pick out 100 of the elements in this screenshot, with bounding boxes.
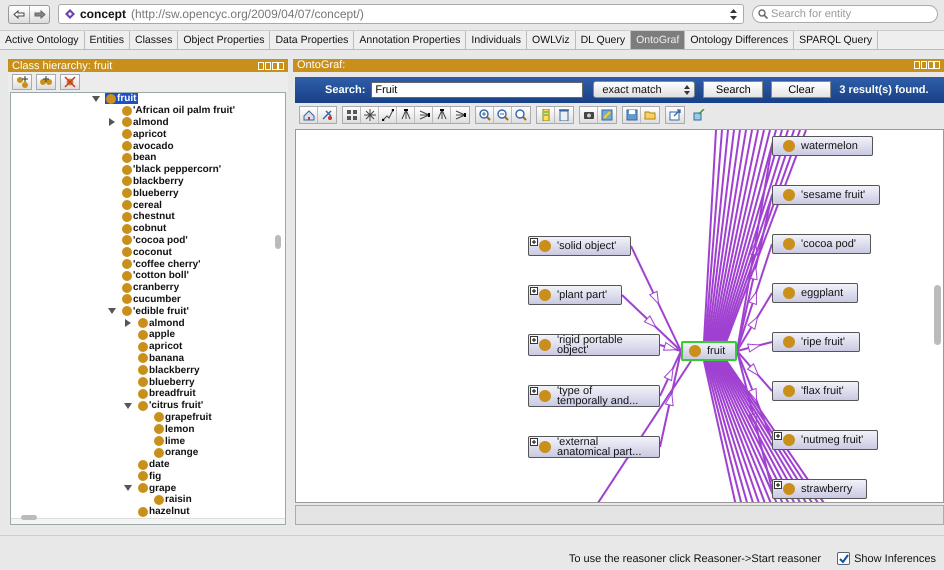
expanded-triangle-icon[interactable] bbox=[108, 307, 116, 316]
tree-item[interactable]: apple bbox=[137, 329, 178, 340]
tree-item[interactable]: 'African oil palm fruit' bbox=[121, 105, 237, 116]
tree-item[interactable]: fig bbox=[137, 470, 164, 482]
class-node[interactable]: eggplant bbox=[772, 283, 858, 304]
tree-item[interactable]: 'cocoa pod' bbox=[121, 234, 190, 246]
tab[interactable]: Data Properties bbox=[270, 31, 354, 49]
tree-item[interactable]: 'coffee cherry' bbox=[121, 258, 203, 270]
tree-item[interactable]: cereal bbox=[121, 200, 164, 211]
class-dot-icon bbox=[138, 342, 148, 352]
tree-item[interactable]: banana bbox=[137, 352, 186, 364]
entity-search-field[interactable]: Search for entity bbox=[752, 5, 938, 23]
expanded-triangle-icon[interactable] bbox=[124, 484, 132, 492]
tree-item[interactable]: cucumber bbox=[121, 294, 183, 305]
tree-item[interactable]: orange bbox=[153, 447, 200, 458]
add-sibling-button[interactable] bbox=[36, 74, 56, 90]
tab[interactable]: OntoGraf bbox=[631, 31, 686, 49]
tab[interactable]: Individuals bbox=[466, 31, 528, 49]
add-subclass-button[interactable] bbox=[12, 74, 32, 90]
node-label: 'type of temporally and... bbox=[557, 386, 640, 406]
tab[interactable]: Entities bbox=[84, 31, 130, 49]
tree-item[interactable]: almond bbox=[137, 318, 187, 329]
show-inferences-checkbox[interactable] bbox=[837, 552, 850, 565]
tab[interactable]: Active Ontology bbox=[0, 31, 85, 49]
tree-item[interactable]: lemon bbox=[153, 424, 196, 435]
tree-item[interactable]: 'citrus fruit' bbox=[137, 400, 206, 412]
tree-item[interactable]: raisin bbox=[153, 494, 194, 506]
class-node[interactable]: 'flax fruit' bbox=[772, 381, 859, 402]
status-message: To use the reasoner click Reasoner->Start reasoner bbox=[568, 552, 822, 564]
tree-item[interactable]: hazelnut bbox=[137, 506, 192, 518]
tree-item[interactable]: chestnut bbox=[121, 211, 177, 222]
tree-item[interactable]: blueberry bbox=[137, 376, 197, 388]
tree-item[interactable]: grape bbox=[137, 482, 178, 494]
vertical-scroll-thumb[interactable] bbox=[275, 235, 281, 249]
panel-controls-icon bbox=[914, 61, 940, 70]
address-field[interactable]: concept (http://sw.opencyc.org/2009/04/07/concept/) bbox=[58, 4, 744, 24]
class-node[interactable]: 'sesame fruit' bbox=[772, 185, 880, 206]
tree-item[interactable]: apricot bbox=[137, 341, 184, 352]
search-icon bbox=[758, 9, 768, 19]
class-node[interactable]: fruit bbox=[681, 341, 738, 362]
tree-item[interactable]: avocado bbox=[121, 140, 176, 152]
tree-item[interactable]: 'edible fruit' bbox=[121, 306, 191, 317]
delete-class-button[interactable] bbox=[60, 74, 80, 90]
tree-item[interactable]: coconut bbox=[121, 246, 174, 258]
class-node[interactable]: 'plant part' bbox=[528, 285, 622, 306]
tree-item[interactable]: date bbox=[137, 459, 172, 470]
collapsed-triangle-icon[interactable] bbox=[124, 319, 132, 328]
search-button[interactable]: Search bbox=[703, 81, 764, 98]
camera-icon bbox=[582, 109, 594, 122]
toolbar-button[interactable] bbox=[361, 107, 379, 124]
class-node[interactable]: 'solid object' bbox=[528, 236, 632, 256]
back-arrow-icon bbox=[13, 10, 25, 18]
class-dot-icon bbox=[783, 238, 795, 250]
class-node[interactable]: watermelon bbox=[772, 136, 873, 156]
node-label: 'rigid portable object' bbox=[557, 335, 624, 356]
class-node[interactable]: strawberry bbox=[772, 479, 868, 500]
match-mode-dropdown[interactable]: exact match bbox=[593, 81, 696, 98]
expanded-triangle-icon[interactable] bbox=[124, 402, 132, 410]
tab[interactable]: Annotation Properties bbox=[354, 31, 466, 49]
class-node[interactable]: 'nutmeg fruit' bbox=[772, 430, 878, 450]
class-dot-icon bbox=[138, 330, 148, 340]
tree-item[interactable]: breadfruit bbox=[137, 388, 198, 400]
tree-item[interactable]: fruit bbox=[105, 93, 138, 104]
tree-item[interactable]: cobnut bbox=[121, 223, 168, 234]
class-dot-icon bbox=[138, 318, 148, 328]
clear-button[interactable]: Clear bbox=[771, 81, 832, 98]
vertical-scroll-thumb[interactable] bbox=[934, 285, 941, 346]
tree-item[interactable]: apricot bbox=[121, 128, 168, 140]
export-icon bbox=[693, 109, 705, 122]
class-dot-icon bbox=[689, 345, 701, 358]
class-node[interactable]: 'cocoa pod' bbox=[772, 234, 871, 254]
search-label: Search: bbox=[325, 84, 366, 96]
tree-item[interactable]: cranberry bbox=[121, 282, 182, 294]
tree-item[interactable]: almond bbox=[121, 116, 171, 128]
toolbar-button[interactable] bbox=[379, 107, 397, 124]
tab[interactable]: Object Properties bbox=[178, 31, 270, 49]
tab[interactable]: OWLViz bbox=[527, 31, 576, 49]
tree-item[interactable]: blackberry bbox=[121, 176, 186, 187]
search-field[interactable]: Fruit bbox=[371, 82, 584, 98]
tree-item[interactable]: 'cotton boll' bbox=[121, 270, 191, 282]
tree-item[interactable]: blackberry bbox=[137, 364, 202, 376]
filter-icon bbox=[540, 109, 552, 122]
collapsed-triangle-icon[interactable] bbox=[108, 118, 116, 126]
class-node[interactable]: 'rigid portable object' bbox=[528, 334, 660, 356]
tab[interactable]: Ontology Differences bbox=[685, 31, 794, 49]
tree-item[interactable]: 'black peppercorn' bbox=[121, 164, 224, 176]
tree-item[interactable]: grapefruit bbox=[153, 412, 214, 423]
expanded-triangle-icon[interactable] bbox=[92, 94, 100, 103]
class-dot-icon bbox=[138, 353, 148, 364]
horizontal-scroll-thumb[interactable] bbox=[21, 515, 37, 520]
tree-item[interactable]: lime bbox=[153, 436, 188, 446]
class-node[interactable]: 'external anatomical part... bbox=[528, 436, 660, 458]
tree-item[interactable]: blueberry bbox=[121, 188, 181, 199]
class-node[interactable]: 'ripe fruit' bbox=[772, 332, 860, 352]
tree-item[interactable]: bean bbox=[121, 152, 158, 164]
class-dot-icon bbox=[783, 434, 795, 446]
tab[interactable]: Classes bbox=[130, 31, 178, 49]
tab[interactable]: SPARQL Query bbox=[794, 31, 878, 49]
entity-name: concept bbox=[80, 7, 126, 21]
class-node[interactable]: 'type of temporally and... bbox=[528, 385, 660, 408]
